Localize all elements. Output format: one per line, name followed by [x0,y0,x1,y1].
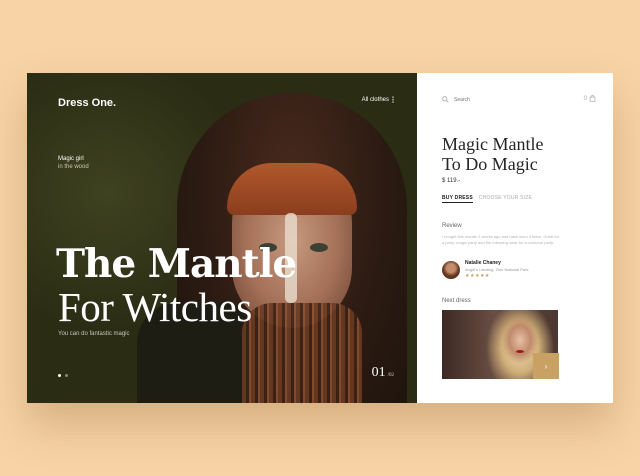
hero-caption: You can do fantastic magic [58,331,130,337]
slide-counter: 01/02 [372,363,394,381]
search-icon [442,96,449,103]
author-name: Natalie Chaney [465,260,501,266]
menu-dots-icon [392,96,394,103]
buy-dress-button[interactable]: BUY DRESS [442,195,473,203]
hero-title-line2: For Witches [58,284,252,330]
author-info: Natalie Chaney Angel's Landing, Zion Nat… [465,260,528,279]
choose-size-button[interactable]: CHOOSE YOUR SIZE [479,195,532,203]
product-title-line2: To Do Magic [442,154,538,174]
search-bar[interactable] [442,96,514,103]
slide-current: 01 [371,365,386,380]
next-dress-button[interactable]: › [533,353,559,379]
tagline-subtitle: in the wood [58,164,89,170]
review-text: I bought this mantle 2 weeks ago and hav… [442,234,560,245]
hero-section: Dress One. All clothes Magic girl in the… [27,73,417,403]
review-heading: Review [442,223,462,229]
product-actions: BUY DRESS CHOOSE YOUR SIZE [442,195,532,203]
next-dress-heading: Next dress [442,298,471,304]
main-card: Dress One. All clothes Magic girl in the… [27,73,613,403]
slide-dot-1[interactable] [58,374,61,377]
slide-dot-2[interactable] [65,374,68,377]
search-input[interactable] [454,96,514,103]
arrow-right-icon: › [544,361,548,371]
slide-total: /02 [387,373,394,378]
author-location: Angel's Landing, Zion National Park [465,267,529,272]
hero-photo-dreadlocks [242,303,362,403]
hero-title-line1: The Mantle [56,241,297,287]
hero-photo-eye [310,243,328,252]
avatar [442,260,460,279]
product-panel: 0 Magic Mantle To Do Magic $ 119.- BUY D… [417,73,613,403]
hero-photo-hair [227,163,357,215]
cart-count: 0 [583,95,587,102]
hero-tagline: Magic girl in the wood [58,155,89,171]
all-clothes-label: All clothes [361,96,389,103]
brand-logo[interactable]: Dress One. [58,97,116,109]
product-title: Magic Mantle To Do Magic [442,134,602,174]
star-icon: ★★★★★ [465,273,490,279]
next-dress-photo-detail [516,350,524,353]
all-clothes-menu[interactable]: All clothes [362,96,394,103]
tagline-title: Magic girl [58,156,84,162]
product-price: $ 119.- [442,178,461,184]
cart-button[interactable]: 0 [584,95,596,102]
review-author: Natalie Chaney Angel's Landing, Zion Nat… [442,260,528,279]
cart-icon [589,95,596,102]
product-title-line1: Magic Mantle [442,134,544,154]
slide-dots [58,374,68,377]
